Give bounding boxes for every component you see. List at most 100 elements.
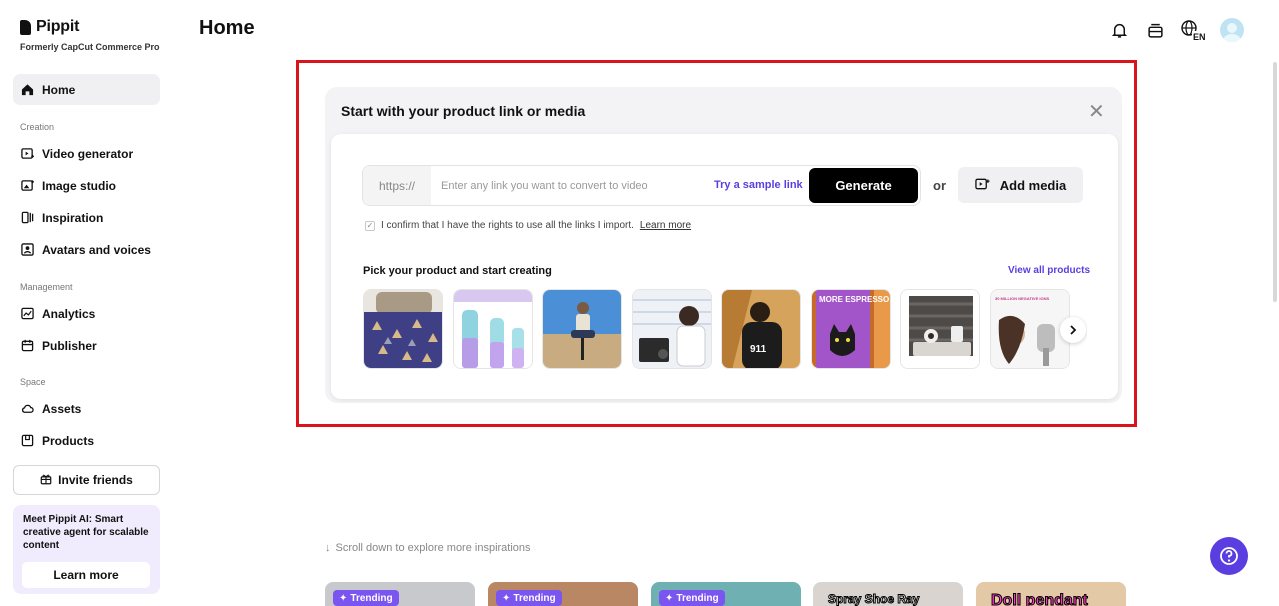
header-actions: EN — [1108, 18, 1244, 42]
sparkle-icon: ✦ — [665, 592, 674, 604]
analytics-icon — [21, 307, 34, 320]
learn-more-button[interactable]: Learn more — [22, 562, 150, 588]
help-icon — [1220, 547, 1238, 565]
start-card-body: https:// Try a sample link Generate or A… — [331, 134, 1118, 399]
sidebar-item-label: Assets — [42, 401, 82, 416]
product-thumbnail[interactable] — [542, 289, 622, 369]
carousel-next-button[interactable] — [1060, 317, 1086, 343]
link-input-bar: https:// Try a sample link Generate — [362, 165, 921, 206]
product-thumbnail[interactable] — [363, 289, 443, 369]
learn-more-link[interactable]: Learn more — [640, 220, 691, 231]
close-icon[interactable]: ✕ — [1088, 102, 1105, 122]
section-label-management: Management — [20, 282, 73, 292]
link-input[interactable] — [441, 166, 711, 205]
product-thumbnail[interactable] — [632, 289, 712, 369]
page-title: Home — [199, 17, 255, 39]
sidebar-item-analytics[interactable]: Analytics — [13, 298, 160, 329]
sparkle-icon: ✦ — [502, 592, 511, 604]
sidebar-item-products[interactable]: Products — [13, 425, 160, 456]
sidebar-item-label: Inspiration — [42, 210, 104, 225]
trending-caption: Doll pendant — [991, 592, 1089, 606]
sidebar: Pippit Formerly CapCut Commerce Pro Home… — [0, 0, 172, 606]
help-button[interactable] — [1210, 537, 1248, 575]
scroll-hint-text: Scroll down to explore more inspirations — [335, 542, 531, 554]
avatar-icon — [21, 243, 34, 256]
trending-badge: ✦ Trending — [496, 590, 562, 606]
sparkle-icon: ✦ — [339, 592, 348, 604]
add-media-button[interactable]: Add media — [958, 167, 1083, 203]
avatar[interactable] — [1220, 18, 1244, 42]
sidebar-item-label: Analytics — [42, 306, 96, 321]
product-thumbnails: 911 MORE ESPRESSO 30 MILLION NEGATIVE IO… — [363, 289, 1087, 369]
product-thumbnail[interactable]: MORE ESPRESSO — [811, 289, 891, 369]
start-card-title: Start with your product link or media — [341, 103, 586, 119]
language-code: EN — [1193, 32, 1206, 41]
box-icon — [21, 434, 34, 447]
or-label: or — [933, 178, 946, 193]
pick-product-title: Pick your product and start creating — [363, 265, 552, 277]
svg-text:911: 911 — [750, 344, 767, 355]
product-thumbnail[interactable]: 30 MILLION NEGATIVE IONS — [990, 289, 1070, 369]
sidebar-item-assets[interactable]: Assets — [13, 393, 160, 424]
product-thumbnail[interactable] — [453, 289, 533, 369]
arrow-down-icon: ↓ — [325, 542, 331, 554]
cloud-icon — [21, 402, 34, 415]
invite-friends-button[interactable]: Invite friends — [13, 465, 160, 495]
trending-card[interactable]: Doll pendant — [976, 582, 1126, 606]
view-all-products-link[interactable]: View all products — [1008, 265, 1090, 276]
page-scrollbar[interactable] — [1273, 62, 1277, 302]
product-thumbnail[interactable]: 911 — [721, 289, 801, 369]
pippit-logo-icon — [20, 19, 31, 35]
inspiration-icon — [21, 211, 34, 224]
trending-caption: Spray Shoe Ray — [827, 592, 920, 606]
rights-confirmation: ✓ I confirm that I have the rights to us… — [365, 220, 691, 231]
sidebar-item-label: Products — [42, 433, 95, 448]
promo-card: Meet Pippit AI: Smart creative agent for… — [13, 505, 160, 594]
promo-text: Meet Pippit AI: Smart creative agent for… — [23, 514, 149, 551]
add-media-icon — [975, 177, 990, 194]
language-icon[interactable]: EN — [1180, 19, 1206, 41]
sidebar-item-label: Avatars and voices — [42, 242, 151, 257]
sidebar-item-inspiration[interactable]: Inspiration — [13, 202, 160, 233]
sidebar-item-image-studio[interactable]: Image studio — [13, 170, 160, 201]
chevron-right-icon — [1070, 325, 1077, 335]
thumb-text: MORE ESPRESSO — [819, 295, 889, 304]
trending-card[interactable]: ✦ Trending — [325, 582, 475, 606]
video-plus-icon — [21, 147, 34, 160]
sidebar-item-home[interactable]: Home — [13, 74, 160, 105]
subscription-icon[interactable] — [1144, 19, 1166, 41]
try-sample-link[interactable]: Try a sample link — [714, 179, 803, 191]
add-media-label: Add media — [999, 177, 1067, 193]
sidebar-item-label: Home — [42, 82, 76, 97]
https-prefix: https:// — [363, 166, 431, 205]
brand-logo[interactable]: Pippit — [20, 18, 79, 36]
invite-friends-label: Invite friends — [58, 473, 133, 487]
sidebar-item-label: Publisher — [42, 338, 97, 353]
trending-card[interactable]: ✦ Trending — [651, 582, 801, 606]
calendar-icon — [21, 339, 34, 352]
sidebar-item-publisher[interactable]: Publisher — [13, 330, 160, 361]
start-card: Start with your product link or media ✕ … — [325, 87, 1122, 403]
trending-badge: ✦ Trending — [333, 590, 399, 606]
generate-button[interactable]: Generate — [809, 168, 918, 203]
product-thumbnail[interactable] — [900, 289, 980, 369]
sidebar-item-label: Image studio — [42, 178, 117, 193]
trending-badge: ✦ Trending — [659, 590, 725, 606]
thumb-text: 30 MILLION NEGATIVE IONS — [995, 296, 1049, 301]
image-plus-icon — [21, 179, 34, 192]
sidebar-item-video-generator[interactable]: Video generator — [13, 138, 160, 169]
sidebar-item-avatars-voices[interactable]: Avatars and voices — [13, 234, 160, 265]
section-label-creation: Creation — [20, 122, 55, 132]
trending-card[interactable]: ✦ Trending — [488, 582, 638, 606]
sidebar-item-label: Video generator — [42, 146, 134, 161]
rights-checkbox[interactable]: ✓ — [365, 220, 375, 231]
brand-name: Pippit — [36, 18, 80, 35]
scroll-hint: ↓ Scroll down to explore more inspiratio… — [325, 542, 531, 554]
brand-subtitle: Formerly CapCut Commerce Pro — [20, 42, 160, 52]
gift-icon — [40, 473, 52, 488]
trending-card[interactable]: Spray Shoe Ray — [813, 582, 963, 606]
bell-icon[interactable] — [1108, 19, 1130, 41]
confirm-text: I confirm that I have the rights to use … — [381, 220, 634, 231]
section-label-space: Space — [20, 377, 46, 387]
home-icon — [21, 83, 34, 96]
